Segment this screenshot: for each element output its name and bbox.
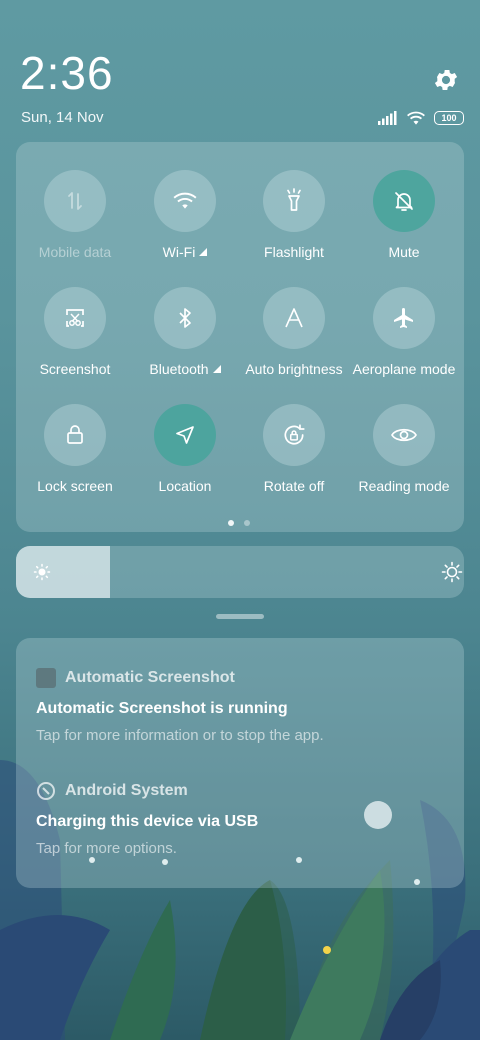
gear-icon[interactable] xyxy=(432,66,460,94)
quick-settings-panel: Mobile data Wi-Fi Flashlight Mute Screen… xyxy=(16,142,464,532)
tile-lock-screen[interactable]: Lock screen xyxy=(20,404,130,494)
tile-label: Flashlight xyxy=(264,244,324,260)
lock-icon xyxy=(44,404,106,466)
screenshot-app-icon xyxy=(36,668,56,688)
tile-rotate-off[interactable]: Rotate off xyxy=(239,404,349,494)
brightness-slider[interactable] xyxy=(16,546,464,598)
status-icons: 100 xyxy=(378,108,464,128)
tile-location[interactable]: Location xyxy=(130,404,240,494)
tile-bluetooth[interactable]: Bluetooth xyxy=(130,287,240,377)
notification-panel: Automatic Screenshot Automatic Screensho… xyxy=(16,638,464,888)
page-indicator xyxy=(228,520,250,526)
eye-icon xyxy=(373,404,435,466)
date-label: Sun, 14 Nov xyxy=(21,109,104,126)
tile-wifi[interactable]: Wi-Fi xyxy=(130,170,240,260)
brightness-high-icon xyxy=(441,561,463,583)
rotate-lock-icon xyxy=(263,404,325,466)
brightness-low-icon xyxy=(33,563,51,581)
notification-app-header: Android System xyxy=(36,781,188,801)
flashlight-icon xyxy=(263,170,325,232)
page-dot[interactable] xyxy=(244,520,250,526)
airplane-icon xyxy=(373,287,435,349)
tile-label: Mute xyxy=(388,244,420,260)
scissors-icon xyxy=(44,287,106,349)
brightness-fill[interactable] xyxy=(16,546,111,598)
tile-label: Aeroplane mode xyxy=(352,361,456,377)
android-system-icon xyxy=(37,782,55,800)
battery-icon: 100 xyxy=(434,111,464,125)
notification-title[interactable]: Charging this device via USB xyxy=(36,813,258,831)
signal-icon xyxy=(378,111,397,125)
bluetooth-icon xyxy=(154,287,216,349)
tile-mobile-data[interactable]: Mobile data xyxy=(20,170,130,260)
tile-label: Location xyxy=(158,478,212,494)
notification-app-name: Android System xyxy=(65,782,188,799)
tile-flashlight[interactable]: Flashlight xyxy=(239,170,349,260)
tile-label: Screenshot xyxy=(39,361,111,377)
notification-text[interactable]: Tap for more information or to stop the … xyxy=(36,727,324,744)
tile-label: Rotate off xyxy=(263,478,325,494)
tile-screenshot[interactable]: Screenshot xyxy=(20,287,130,377)
expand-arrow-icon xyxy=(212,365,221,373)
auto-brightness-icon xyxy=(263,287,325,349)
wifi-icon xyxy=(154,170,216,232)
tile-label: Mobile data xyxy=(38,244,112,260)
notification-title[interactable]: Automatic Screenshot is running xyxy=(36,700,288,718)
tile-reading-mode[interactable]: Reading mode xyxy=(349,404,459,494)
bell-off-icon xyxy=(373,170,435,232)
notification-app-header: Automatic Screenshot xyxy=(36,668,235,688)
notification-app-name: Automatic Screenshot xyxy=(65,669,235,686)
expand-arrow-icon xyxy=(199,248,208,256)
tile-label: Reading mode xyxy=(358,478,450,494)
tile-aeroplane-mode[interactable]: Aeroplane mode xyxy=(349,287,459,377)
tile-label: Auto brightness xyxy=(245,361,343,377)
drag-handle[interactable] xyxy=(216,614,264,619)
page-dot[interactable] xyxy=(228,520,234,526)
location-arrow-icon xyxy=(154,404,216,466)
clock-time: 2:36 xyxy=(20,47,114,99)
notification-text[interactable]: Tap for more options. xyxy=(36,840,177,857)
mobile-data-icon xyxy=(44,170,106,232)
wifi-icon xyxy=(407,111,425,125)
tile-mute[interactable]: Mute xyxy=(349,170,459,260)
tile-label: Lock screen xyxy=(37,478,113,494)
tile-auto-brightness[interactable]: Auto brightness xyxy=(239,287,349,377)
tile-label: Wi-Fi xyxy=(162,244,196,260)
tile-label: Bluetooth xyxy=(149,361,209,377)
